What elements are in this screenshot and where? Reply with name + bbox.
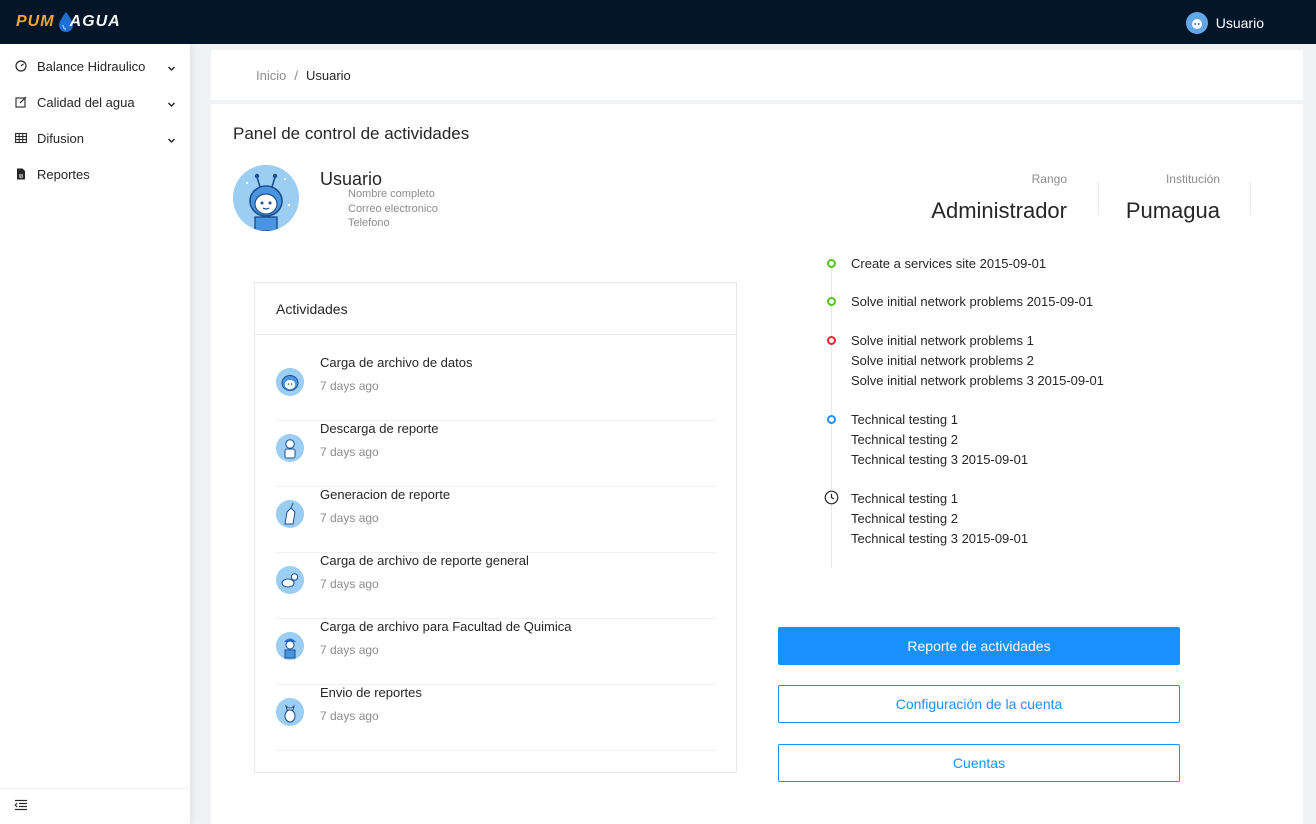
account-settings-button[interactable]: Configuración de la cuenta — [778, 685, 1180, 723]
profile-phone-label: Telefono — [348, 217, 390, 229]
person-avatar-icon — [276, 434, 304, 462]
profile-header: Usuario Nombre completo Correo electroni… — [233, 164, 733, 234]
activity-time: 7 days ago — [320, 379, 379, 393]
edit-icon — [14, 96, 27, 109]
activity-avatar — [276, 368, 304, 396]
timeline-text: Solve initial network problems 2015-09-0… — [851, 294, 1094, 309]
timeline-text: Technical testing 3 2015-09-01 — [851, 452, 1029, 467]
blue-dot-icon — [827, 415, 836, 424]
pumagua-logo[interactable]: PUM AGUA — [16, 11, 121, 33]
activity-avatar — [276, 566, 304, 594]
chevron-down-icon — [167, 97, 176, 112]
logo-text-part1: PUM — [16, 13, 55, 30]
timeline-text: Solve initial network problems 1 — [851, 333, 1034, 348]
activity-title: Carga de archivo de reporte general — [320, 553, 529, 568]
capped-person-avatar-icon — [276, 632, 304, 660]
chevron-down-icon — [167, 61, 176, 76]
institution-value: Pumagua — [1125, 198, 1220, 223]
list-item: Carga de archivo de reporte general 7 da… — [276, 553, 716, 619]
timeline-text: Technical testing 3 2015-09-01 — [851, 531, 1029, 546]
logo-text-part2: AGUA — [69, 13, 121, 30]
sidebar-item-balance-hidraulico[interactable]: Balance Hidraulico — [0, 48, 190, 84]
sidebar: Balance Hidraulico Calidad del agua Difu… — [0, 44, 190, 824]
user-menu[interactable]: Usuario — [1185, 12, 1264, 34]
green-dot-icon — [827, 259, 836, 268]
timeline-text: Solve initial network problems 3 2015-09… — [851, 373, 1104, 388]
breadcrumb-separator: / — [294, 67, 298, 83]
list-item: Generacion de reporte 7 days ago — [276, 487, 716, 553]
green-dot-icon — [827, 297, 836, 306]
main-content: Panel de control de actividades Usuario … — [211, 104, 1303, 824]
institution-label: Institución — [1165, 172, 1220, 186]
list-item: Carga de archivo para Facultad de Quimic… — [276, 619, 716, 685]
activity-report-button[interactable]: Reporte de actividades — [778, 627, 1180, 665]
sidebar-item-calidad-del-agua[interactable]: Calidad del agua — [0, 84, 190, 120]
activity-time: 7 days ago — [320, 445, 379, 459]
activities-title: Actividades — [255, 283, 736, 335]
breadcrumb: Inicio / Usuario — [211, 50, 1303, 100]
activities-list: Carga de archivo de datos 7 days ago Des… — [276, 355, 716, 751]
activity-time: 7 days ago — [320, 643, 379, 657]
top-header: PUM AGUA Usuario — [0, 0, 1316, 44]
stats-divider — [1250, 182, 1251, 214]
accounts-button[interactable]: Cuentas — [778, 744, 1180, 782]
profile-name: Usuario — [320, 169, 383, 189]
timeline-text: Technical testing 1 — [851, 412, 958, 427]
activity-title: Carga de archivo de datos — [320, 355, 473, 370]
robot-face-icon — [1191, 19, 1202, 29]
activity-title: Descarga de reporte — [320, 421, 439, 436]
sidebar-collapse-button[interactable] — [0, 788, 190, 824]
page-title: Panel de control de actividades — [233, 124, 470, 143]
timeline-text: Technical testing 1 — [851, 491, 958, 506]
profile-email-label: Correo electronico — [348, 203, 438, 215]
dashboard-icon — [14, 60, 27, 73]
timeline-text: Technical testing 2 — [851, 432, 958, 447]
timeline-text: Technical testing 2 — [851, 511, 958, 526]
timeline-text: Create a services site 2015-09-01 — [851, 256, 1047, 271]
activity-time: 7 days ago — [320, 709, 379, 723]
sidebar-item-reportes[interactable]: Reportes — [0, 156, 190, 192]
sidebar-item-label: Reportes — [37, 166, 90, 182]
robot-avatar-icon — [233, 165, 299, 231]
user-avatar — [1185, 12, 1208, 34]
activity-avatar — [276, 632, 304, 660]
activity-title: Generacion de reporte — [320, 487, 451, 502]
stats-divider — [1098, 182, 1099, 214]
chevron-down-icon — [167, 133, 176, 148]
activity-avatar — [276, 500, 304, 528]
sidebar-item-label: Balance Hidraulico — [37, 58, 146, 74]
breadcrumb-current: Usuario — [305, 67, 351, 83]
dog-avatar-icon — [276, 566, 304, 594]
activity-avatar — [276, 698, 304, 726]
table-icon — [14, 132, 27, 145]
red-dot-icon — [827, 336, 836, 345]
activity-avatar — [276, 434, 304, 462]
activity-title: Carga de archivo para Facultad de Quimic… — [320, 619, 572, 634]
activities-card: Actividades Carga de archivo de datos 7 … — [254, 282, 737, 773]
sidebar-item-difusion[interactable]: Difusion — [0, 120, 190, 156]
sidebar-item-label: Calidad del agua — [37, 94, 135, 110]
file-icon — [14, 168, 27, 181]
profile-full-name-label: Nombre completo — [348, 188, 435, 200]
list-item: Descarga de reporte 7 days ago — [276, 421, 716, 487]
activity-time: 7 days ago — [320, 511, 379, 525]
timeline-text: Solve initial network problems 2 — [851, 353, 1034, 368]
rank-label: Rango — [1031, 172, 1067, 186]
rank-value: Administrador — [931, 198, 1067, 223]
robot-avatar-icon — [276, 368, 304, 396]
menu-fold-icon — [14, 798, 28, 816]
user-menu-label: Usuario — [1215, 15, 1264, 31]
clock-icon — [824, 490, 839, 505]
sidebar-item-label: Difusion — [37, 130, 84, 146]
activity-time: 7 days ago — [320, 577, 379, 591]
list-item: Envio de reportes 7 days ago — [276, 685, 716, 751]
unicorn-avatar-icon — [276, 500, 304, 528]
activity-title: Envio de reportes — [320, 685, 422, 700]
profile-avatar — [233, 165, 299, 231]
breadcrumb-home[interactable]: Inicio — [256, 68, 286, 83]
list-item: Carga de archivo de datos 7 days ago — [276, 355, 716, 421]
cat-avatar-icon — [276, 698, 304, 726]
